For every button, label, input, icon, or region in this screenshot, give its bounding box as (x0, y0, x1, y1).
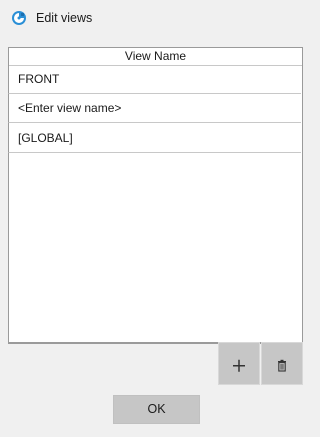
edit-views-dialog: Edit views View Name FRONT <Enter view n… (0, 0, 313, 437)
table-row[interactable]: [GLOBAL] (8, 124, 301, 153)
column-header-view-name[interactable]: View Name (9, 48, 302, 66)
row-label: FRONT (18, 72, 60, 86)
add-view-button[interactable] (218, 342, 260, 385)
title-bar: Edit views (0, 0, 313, 36)
row-label: <Enter view name> (18, 101, 122, 115)
row-label: [GLOBAL] (18, 131, 73, 145)
ok-button[interactable]: OK (113, 395, 200, 424)
plus-icon (233, 359, 245, 372)
trash-icon (278, 359, 286, 372)
table-row[interactable]: <Enter view name> (8, 94, 301, 123)
table-row[interactable]: FRONT (8, 65, 301, 94)
app-logo-icon (12, 11, 26, 25)
window-title: Edit views (36, 11, 93, 25)
delete-view-button[interactable] (261, 342, 303, 385)
